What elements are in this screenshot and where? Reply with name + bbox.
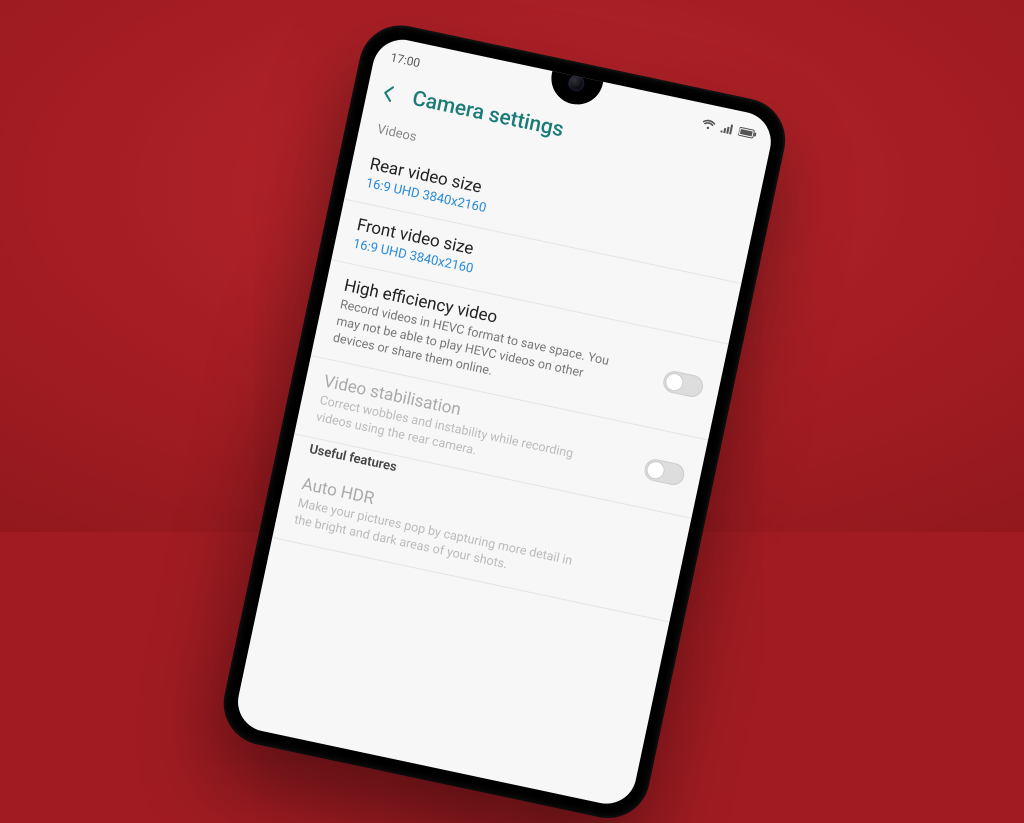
signal-icon	[720, 123, 734, 135]
back-button[interactable]	[377, 82, 401, 106]
wifi-icon	[701, 118, 717, 131]
status-time: 17:00	[389, 50, 421, 70]
phone-screen: 17:00 Camera settings Videos Rear video …	[232, 34, 776, 809]
phone-frame: 17:00 Camera settings Videos Rear video …	[218, 20, 790, 823]
background: 17:00 Camera settings Videos Rear video …	[0, 0, 1024, 532]
battery-icon	[738, 126, 758, 140]
chevron-left-icon	[378, 83, 399, 104]
status-icons	[701, 118, 758, 139]
toggle-high-efficiency-video[interactable]	[661, 369, 705, 399]
toggle-video-stabilisation[interactable]	[643, 457, 687, 487]
front-camera	[567, 74, 586, 93]
